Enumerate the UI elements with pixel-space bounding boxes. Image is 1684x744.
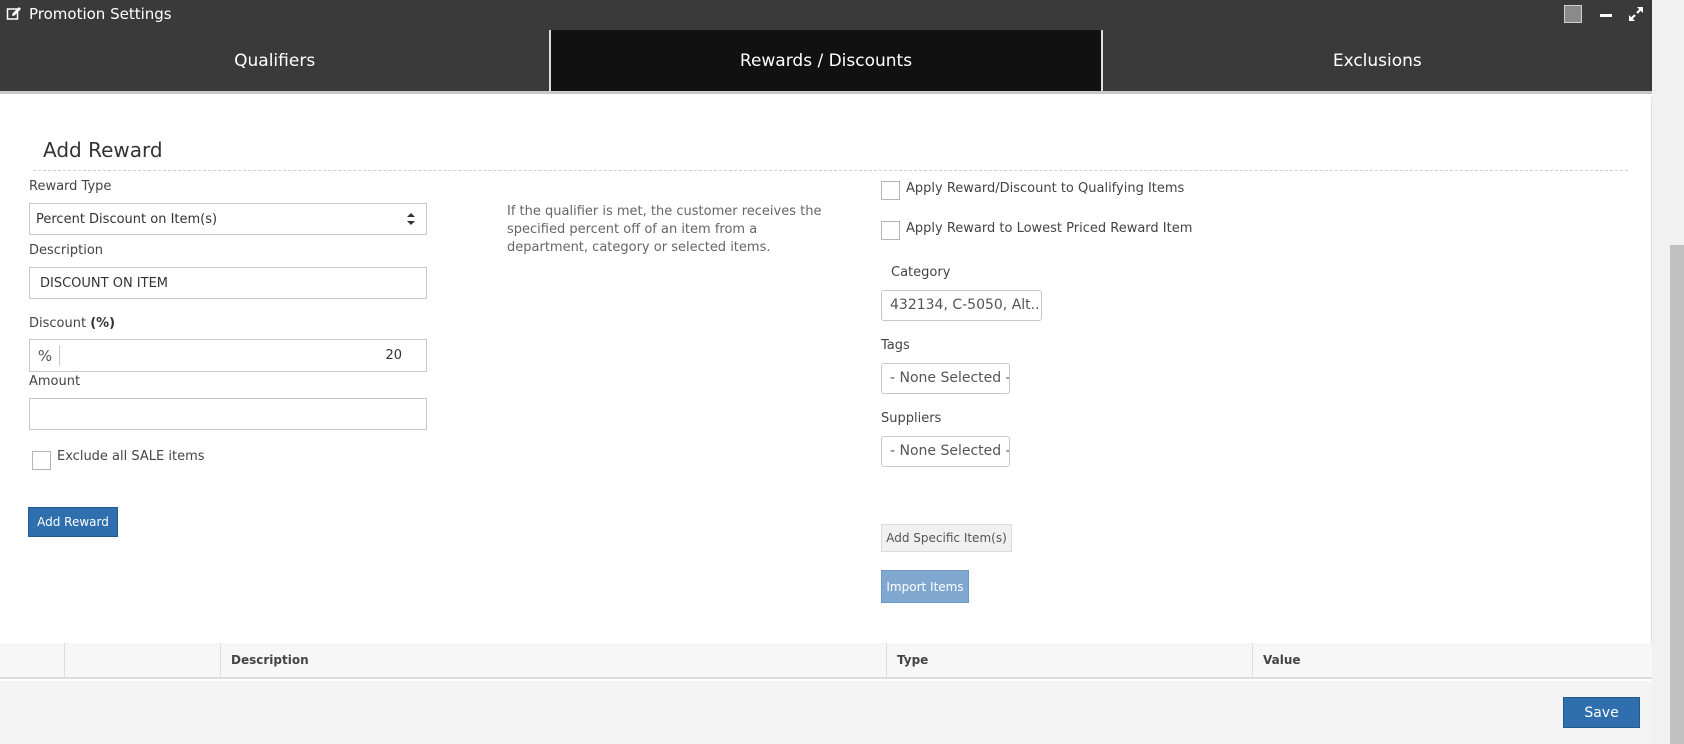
expand-button[interactable] [1624, 3, 1648, 25]
tab-bar: Qualifiers Rewards / Discounts Exclusion… [0, 30, 1652, 94]
suppliers-multiselect[interactable]: - None Selected - [881, 436, 1010, 467]
tags-label: Tags [881, 338, 910, 353]
exclude-sale-label: Exclude all SALE items [57, 449, 205, 464]
apply-lowest-label: Apply Reward to Lowest Priced Reward Ite… [906, 221, 1193, 236]
table-header-blank [64, 643, 220, 677]
tab-rewards-discounts[interactable]: Rewards / Discounts [551, 30, 1103, 91]
table-header-type[interactable]: Type [886, 643, 1252, 677]
tags-multiselect[interactable]: - None Selected - [881, 363, 1010, 394]
exclude-sale-checkbox[interactable] [32, 451, 51, 470]
suppliers-label: Suppliers [881, 411, 942, 426]
add-specific-items-button[interactable]: Add Specific Item(s) [881, 524, 1012, 552]
description-input[interactable]: DISCOUNT ON ITEM [29, 267, 427, 299]
save-button[interactable]: Save [1563, 697, 1640, 728]
apply-lowest-checkbox[interactable] [881, 221, 900, 240]
tab-exclusions[interactable]: Exclusions [1102, 30, 1652, 91]
minimize-button[interactable] [1594, 3, 1618, 25]
rewards-table-header: Description Type Value [0, 643, 1652, 679]
reward-description-text: If the qualifier is met, the customer re… [507, 204, 822, 255]
section-title: Add Reward [43, 138, 163, 162]
description-value: DISCOUNT ON ITEM [40, 276, 169, 291]
window-titlebar: Promotion Settings [0, 0, 1652, 30]
discount-label-text: Discount [29, 316, 87, 331]
apply-qualifying-checkbox[interactable] [881, 181, 900, 200]
footer-bar: Save [0, 681, 1652, 744]
square-icon [1564, 5, 1582, 23]
import-items-button[interactable]: Import Items [881, 570, 969, 603]
discount-value: 20 [385, 348, 402, 363]
description-label: Description [29, 243, 104, 258]
amount-input[interactable] [29, 398, 427, 430]
discount-input[interactable]: % 20 [29, 339, 427, 372]
category-label: Category [891, 265, 951, 280]
discount-label: Discount (%) [29, 316, 115, 331]
add-reward-button[interactable]: Add Reward [28, 507, 118, 537]
scrollbar-thumb[interactable] [1670, 245, 1684, 744]
edit-icon [6, 6, 22, 22]
tab-qualifiers[interactable]: Qualifiers [0, 30, 552, 91]
window-title: Promotion Settings [29, 5, 172, 23]
reward-type-select[interactable]: Percent Discount on Item(s) [29, 203, 427, 235]
section-divider [33, 170, 1628, 171]
discount-unit: (%) [90, 316, 116, 331]
rewards-panel: Add Reward Reward Type Percent Discount … [0, 97, 1652, 643]
reward-type-value: Percent Discount on Item(s) [36, 212, 218, 227]
apply-qualifying-label: Apply Reward/Discount to Qualifying Item… [906, 181, 1185, 196]
restore-button[interactable] [1561, 3, 1585, 25]
minimize-icon [1600, 14, 1612, 17]
table-header-value[interactable]: Value [1252, 643, 1652, 677]
amount-label: Amount [29, 374, 81, 389]
percent-addon: % [30, 340, 60, 371]
category-multiselect[interactable]: 432134, C-5050, Alt... [881, 290, 1042, 321]
select-arrows-icon [407, 213, 415, 225]
expand-icon [1629, 7, 1643, 21]
reward-type-label: Reward Type [29, 179, 112, 194]
table-header-description[interactable]: Description [220, 643, 886, 677]
